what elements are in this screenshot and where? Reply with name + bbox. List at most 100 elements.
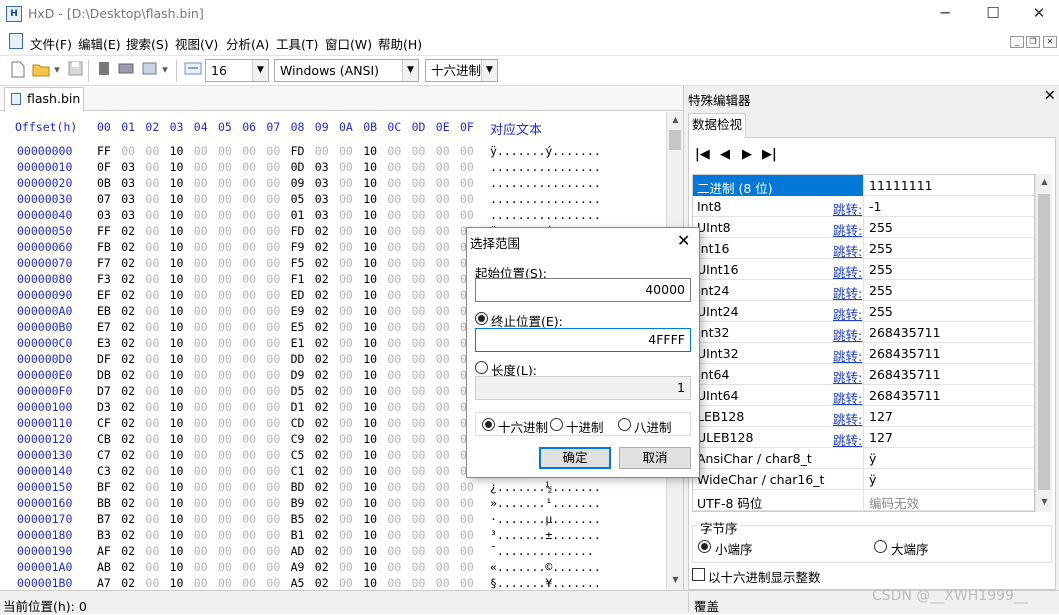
hex-byte[interactable]: 00	[266, 464, 280, 478]
hex-byte[interactable]: 00	[242, 448, 256, 462]
hex-byte[interactable]: 00	[242, 192, 256, 206]
hex-byte[interactable]: 10	[363, 224, 377, 238]
hex-byte[interactable]: 03	[315, 192, 329, 206]
hex-byte[interactable]: 00	[412, 384, 426, 398]
hex-byte[interactable]: 00	[436, 560, 450, 574]
hex-byte[interactable]: 00	[436, 400, 450, 414]
hex-byte[interactable]: 00	[218, 144, 232, 158]
hex-byte[interactable]: 00	[266, 352, 280, 366]
hex-byte[interactable]: 00	[387, 304, 401, 318]
hex-byte[interactable]: 00	[218, 560, 232, 574]
hex-byte[interactable]: 10	[170, 208, 184, 222]
hex-byte[interactable]: 02	[315, 480, 329, 494]
little-endian-radio[interactable]	[698, 540, 711, 553]
hex-byte[interactable]: 10	[170, 288, 184, 302]
tab-data-inspector[interactable]: 数据检视	[688, 113, 746, 138]
hex-byte[interactable]: 00	[242, 544, 256, 558]
hex-byte[interactable]: 00	[460, 480, 474, 494]
hex-byte[interactable]: 00	[218, 512, 232, 526]
jump-link[interactable]: 跳转:	[833, 346, 862, 365]
hex-byte[interactable]: 00	[412, 304, 426, 318]
hex-byte[interactable]: 00	[266, 336, 280, 350]
menu-window[interactable]: 窗口(W)	[325, 34, 372, 53]
hex-byte[interactable]: 10	[170, 416, 184, 430]
hex-byte[interactable]: 00	[387, 512, 401, 526]
jump-link[interactable]: 跳转:	[833, 367, 862, 386]
hex-byte[interactable]: 00	[145, 448, 159, 462]
hex-byte[interactable]: 00	[387, 400, 401, 414]
hex-base-radio[interactable]	[482, 418, 495, 431]
hex-byte[interactable]: 0B	[97, 176, 111, 190]
hex-byte[interactable]: 00	[145, 160, 159, 174]
hex-byte[interactable]: 00	[194, 448, 208, 462]
hex-byte[interactable]: 10	[170, 400, 184, 414]
jump-link[interactable]: 跳转:	[833, 262, 862, 281]
hex-byte[interactable]: 02	[121, 304, 135, 318]
hex-byte[interactable]: 00	[145, 544, 159, 558]
hex-byte[interactable]: 02	[315, 304, 329, 318]
hex-byte[interactable]: 00	[436, 224, 450, 238]
hex-byte[interactable]: 00	[387, 336, 401, 350]
hex-byte[interactable]: 00	[339, 336, 353, 350]
jump-link[interactable]: 跳转:	[833, 220, 862, 239]
hex-byte[interactable]: 00	[194, 256, 208, 270]
hex-byte[interactable]: 00	[436, 448, 450, 462]
hex-byte[interactable]: 00	[339, 256, 353, 270]
scroll-up-arrow-icon[interactable]: ▲	[667, 112, 684, 128]
inspector-row[interactable]: Int24 跳转: 255	[693, 280, 1034, 301]
hex-byte[interactable]: 00	[387, 176, 401, 190]
hex-byte[interactable]: 02	[121, 224, 135, 238]
hex-byte[interactable]: 00	[242, 480, 256, 494]
hex-byte[interactable]: 00	[387, 144, 401, 158]
hex-byte[interactable]: 00	[145, 192, 159, 206]
open-folder-icon[interactable]	[32, 61, 50, 79]
end-radio[interactable]	[475, 312, 488, 325]
hex-byte[interactable]: 10	[363, 304, 377, 318]
hex-byte[interactable]: EF	[97, 288, 111, 302]
hex-byte[interactable]: 10	[170, 336, 184, 350]
hex-byte[interactable]: 00	[242, 240, 256, 254]
hex-byte[interactable]: FD	[291, 224, 305, 238]
hex-byte[interactable]: 10	[363, 528, 377, 542]
hex-byte[interactable]: 00	[266, 544, 280, 558]
hex-byte[interactable]: 00	[218, 544, 232, 558]
hex-byte[interactable]: 00	[266, 208, 280, 222]
hex-byte[interactable]: 00	[387, 544, 401, 558]
hex-byte[interactable]: 00	[194, 400, 208, 414]
inspector-value[interactable]: 11111111	[869, 178, 933, 193]
hex-byte[interactable]: 02	[121, 544, 135, 558]
offset-base-select[interactable]: 十六进制 ▼	[425, 59, 498, 82]
charset-select[interactable]: Windows (ANSI) ▼	[274, 59, 419, 82]
inspector-value[interactable]: 268435711	[869, 367, 941, 382]
hex-byte[interactable]: 00	[339, 384, 353, 398]
hex-row[interactable]: 000001B0 A7 02 00 10 00 00 00 00 A5 02 00 10 00 00 00 00…	[0, 576, 666, 590]
hex-byte[interactable]: 00	[218, 464, 232, 478]
hex-byte[interactable]: 00	[242, 304, 256, 318]
hex-byte[interactable]: 10	[170, 304, 184, 318]
go-previous-icon[interactable]: ◀	[720, 148, 730, 162]
row-text[interactable]: «.......©.......	[490, 560, 601, 574]
open-dropdown-icon[interactable]: ▾	[52, 61, 62, 79]
hex-byte[interactable]: 00	[387, 432, 401, 446]
hex-byte[interactable]: 00	[242, 400, 256, 414]
hex-row[interactable]: 00000180 B3 02 00 10 00 00 00 00 B1 02 00 10 00 00 00 00…	[0, 528, 666, 544]
hex-byte[interactable]: 00	[218, 176, 232, 190]
hex-byte[interactable]: 00	[242, 144, 256, 158]
hex-byte[interactable]: 00	[339, 400, 353, 414]
hex-byte[interactable]: 00	[145, 496, 159, 510]
hex-byte[interactable]: 00	[436, 336, 450, 350]
hex-byte[interactable]: 02	[121, 400, 135, 414]
hex-byte[interactable]: 00	[145, 432, 159, 446]
hex-byte[interactable]: 00	[436, 208, 450, 222]
hex-byte[interactable]: C7	[97, 448, 111, 462]
hex-byte[interactable]: 00	[145, 480, 159, 494]
hex-byte[interactable]: 00	[145, 144, 159, 158]
hex-byte[interactable]: 00	[436, 352, 450, 366]
hex-byte[interactable]: 00	[242, 336, 256, 350]
hex-byte[interactable]: 00	[218, 576, 232, 590]
hex-byte[interactable]: 00	[339, 144, 353, 158]
hex-byte[interactable]: 10	[363, 208, 377, 222]
hex-byte[interactable]: 00	[436, 464, 450, 478]
hex-byte[interactable]: 02	[315, 352, 329, 366]
hex-byte[interactable]: 00	[387, 448, 401, 462]
